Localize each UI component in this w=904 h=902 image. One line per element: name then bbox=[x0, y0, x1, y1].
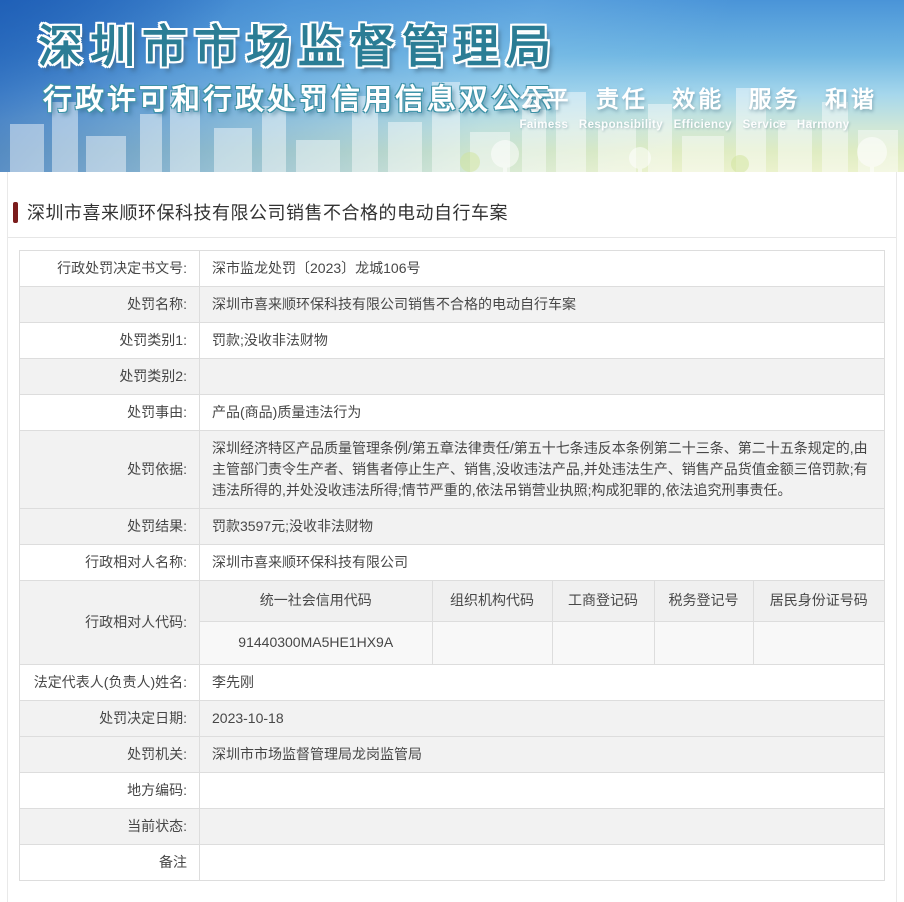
motto-chinese: 公平 责任 效能 服务 和谐 bbox=[519, 86, 877, 112]
codes-column-header: 税务登记号 bbox=[653, 581, 754, 622]
table-row-counterpart-codes: 行政相对人代码: 统一社会信用代码 组织机构代码 工商登记码 税务登记号 居民身… bbox=[19, 580, 885, 665]
field-value: 深圳市喜来顺环保科技有限公司 bbox=[199, 544, 885, 581]
entity-codes-table: 统一社会信用代码 组织机构代码 工商登记码 税务登记号 居民身份证号码 9144… bbox=[200, 581, 884, 664]
field-value: 李先刚 bbox=[199, 664, 885, 701]
field-value: 深圳市市场监督管理局龙岗监管局 bbox=[199, 736, 885, 773]
field-label: 法定代表人(负责人)姓名: bbox=[19, 664, 200, 701]
field-value: 深圳市喜来顺环保科技有限公司销售不合格的电动自行车案 bbox=[199, 286, 885, 323]
field-value bbox=[199, 808, 885, 845]
field-label: 处罚结果: bbox=[19, 508, 200, 545]
field-value: 2023-10-18 bbox=[199, 700, 885, 737]
field-label: 当前状态: bbox=[19, 808, 200, 845]
penalty-info-table: 行政处罚决定书文号: 深市监龙处罚〔2023〕龙城106号 处罚名称: 深圳市喜… bbox=[19, 250, 885, 881]
field-label: 处罚机关: bbox=[19, 736, 200, 773]
field-value bbox=[199, 358, 885, 395]
codes-value bbox=[431, 620, 553, 664]
table-row-penalty-reason: 处罚事由: 产品(商品)质量违法行为 bbox=[19, 394, 885, 431]
table-row-penalty-result: 处罚结果: 罚款3597元;没收非法财物 bbox=[19, 508, 885, 545]
site-banner: 深圳市市场监督管理局 行政许可和行政处罚信用信息双公示 公平 责任 效能 服务 … bbox=[0, 0, 904, 172]
title-accent-bar bbox=[13, 201, 18, 223]
entity-codes-cell: 统一社会信用代码 组织机构代码 工商登记码 税务登记号 居民身份证号码 9144… bbox=[199, 580, 885, 665]
codes-column-header: 统一社会信用代码 bbox=[200, 581, 433, 622]
codes-value bbox=[551, 620, 655, 664]
table-row-legal-representative: 法定代表人(负责人)姓名: 李先刚 bbox=[19, 664, 885, 701]
field-value: 罚款3597元;没收非法财物 bbox=[199, 508, 885, 545]
codes-header-row: 统一社会信用代码 组织机构代码 工商登记码 税务登记号 居民身份证号码 bbox=[200, 581, 884, 622]
table-row-counterpart-name: 行政相对人名称: 深圳市喜来顺环保科技有限公司 bbox=[19, 544, 885, 581]
table-row-local-code: 地方编码: bbox=[19, 772, 885, 809]
codes-value bbox=[752, 620, 884, 664]
case-title: 深圳市喜来顺环保科技有限公司销售不合格的电动自行车案 bbox=[27, 203, 508, 223]
codes-value-row: 91440300MA5HE1HX9A bbox=[200, 620, 884, 664]
motto-english: Faimess Responsibility Efficiency Servic… bbox=[519, 119, 850, 131]
table-row-decision-date: 处罚决定日期: 2023-10-18 bbox=[19, 700, 885, 737]
field-label: 行政相对人代码: bbox=[19, 580, 200, 665]
field-label: 处罚依据: bbox=[19, 430, 200, 509]
field-value bbox=[199, 844, 885, 881]
codes-column-header: 组织机构代码 bbox=[431, 581, 553, 622]
field-label: 处罚类别1: bbox=[19, 322, 200, 359]
field-label: 处罚类别2: bbox=[19, 358, 200, 395]
table-row-penalty-category-1: 处罚类别1: 罚款;没收非法财物 bbox=[19, 322, 885, 359]
field-value: 深圳经济特区产品质量管理条例/第五章法律责任/第五十七条违反本条例第二十三条、第… bbox=[199, 430, 885, 509]
table-row-penalty-name: 处罚名称: 深圳市喜来顺环保科技有限公司销售不合格的电动自行车案 bbox=[19, 286, 885, 323]
codes-column-header: 工商登记码 bbox=[551, 581, 655, 622]
codes-value bbox=[653, 620, 754, 664]
field-label: 行政相对人名称: bbox=[19, 544, 200, 581]
banner-motto: 公平 责任 效能 服务 和谐 Faimess Responsibility Ef… bbox=[519, 80, 877, 131]
field-label: 行政处罚决定书文号: bbox=[19, 250, 200, 287]
site-title: 深圳市市场监督管理局 bbox=[38, 21, 559, 72]
table-row-penalty-category-2: 处罚类别2: bbox=[19, 358, 885, 395]
field-value: 深市监龙处罚〔2023〕龙城106号 bbox=[199, 250, 885, 287]
field-value bbox=[199, 772, 885, 809]
table-row-remarks: 备注 bbox=[19, 844, 885, 881]
field-label: 处罚事由: bbox=[19, 394, 200, 431]
field-value: 产品(商品)质量违法行为 bbox=[199, 394, 885, 431]
table-row-decision-number: 行政处罚决定书文号: 深市监龙处罚〔2023〕龙城106号 bbox=[19, 250, 885, 287]
table-row-penalty-basis: 处罚依据: 深圳经济特区产品质量管理条例/第五章法律责任/第五十七条违反本条例第… bbox=[19, 430, 885, 509]
table-row-current-status: 当前状态: bbox=[19, 808, 885, 845]
field-label: 备注 bbox=[19, 844, 200, 881]
site-subtitle: 行政许可和行政处罚信用信息双公示 bbox=[43, 84, 556, 116]
content-container: 深圳市喜来顺环保科技有限公司销售不合格的电动自行车案 行政处罚决定书文号: 深市… bbox=[7, 172, 897, 902]
field-label: 处罚名称: bbox=[19, 286, 200, 323]
table-row-penalty-authority: 处罚机关: 深圳市市场监督管理局龙岗监管局 bbox=[19, 736, 885, 773]
codes-value: 91440300MA5HE1HX9A bbox=[200, 620, 433, 664]
field-value: 罚款;没收非法财物 bbox=[199, 322, 885, 359]
case-title-row: 深圳市喜来顺环保科技有限公司销售不合格的电动自行车案 bbox=[8, 172, 896, 238]
field-label: 处罚决定日期: bbox=[19, 700, 200, 737]
codes-column-header: 居民身份证号码 bbox=[752, 581, 884, 622]
field-label: 地方编码: bbox=[19, 772, 200, 809]
